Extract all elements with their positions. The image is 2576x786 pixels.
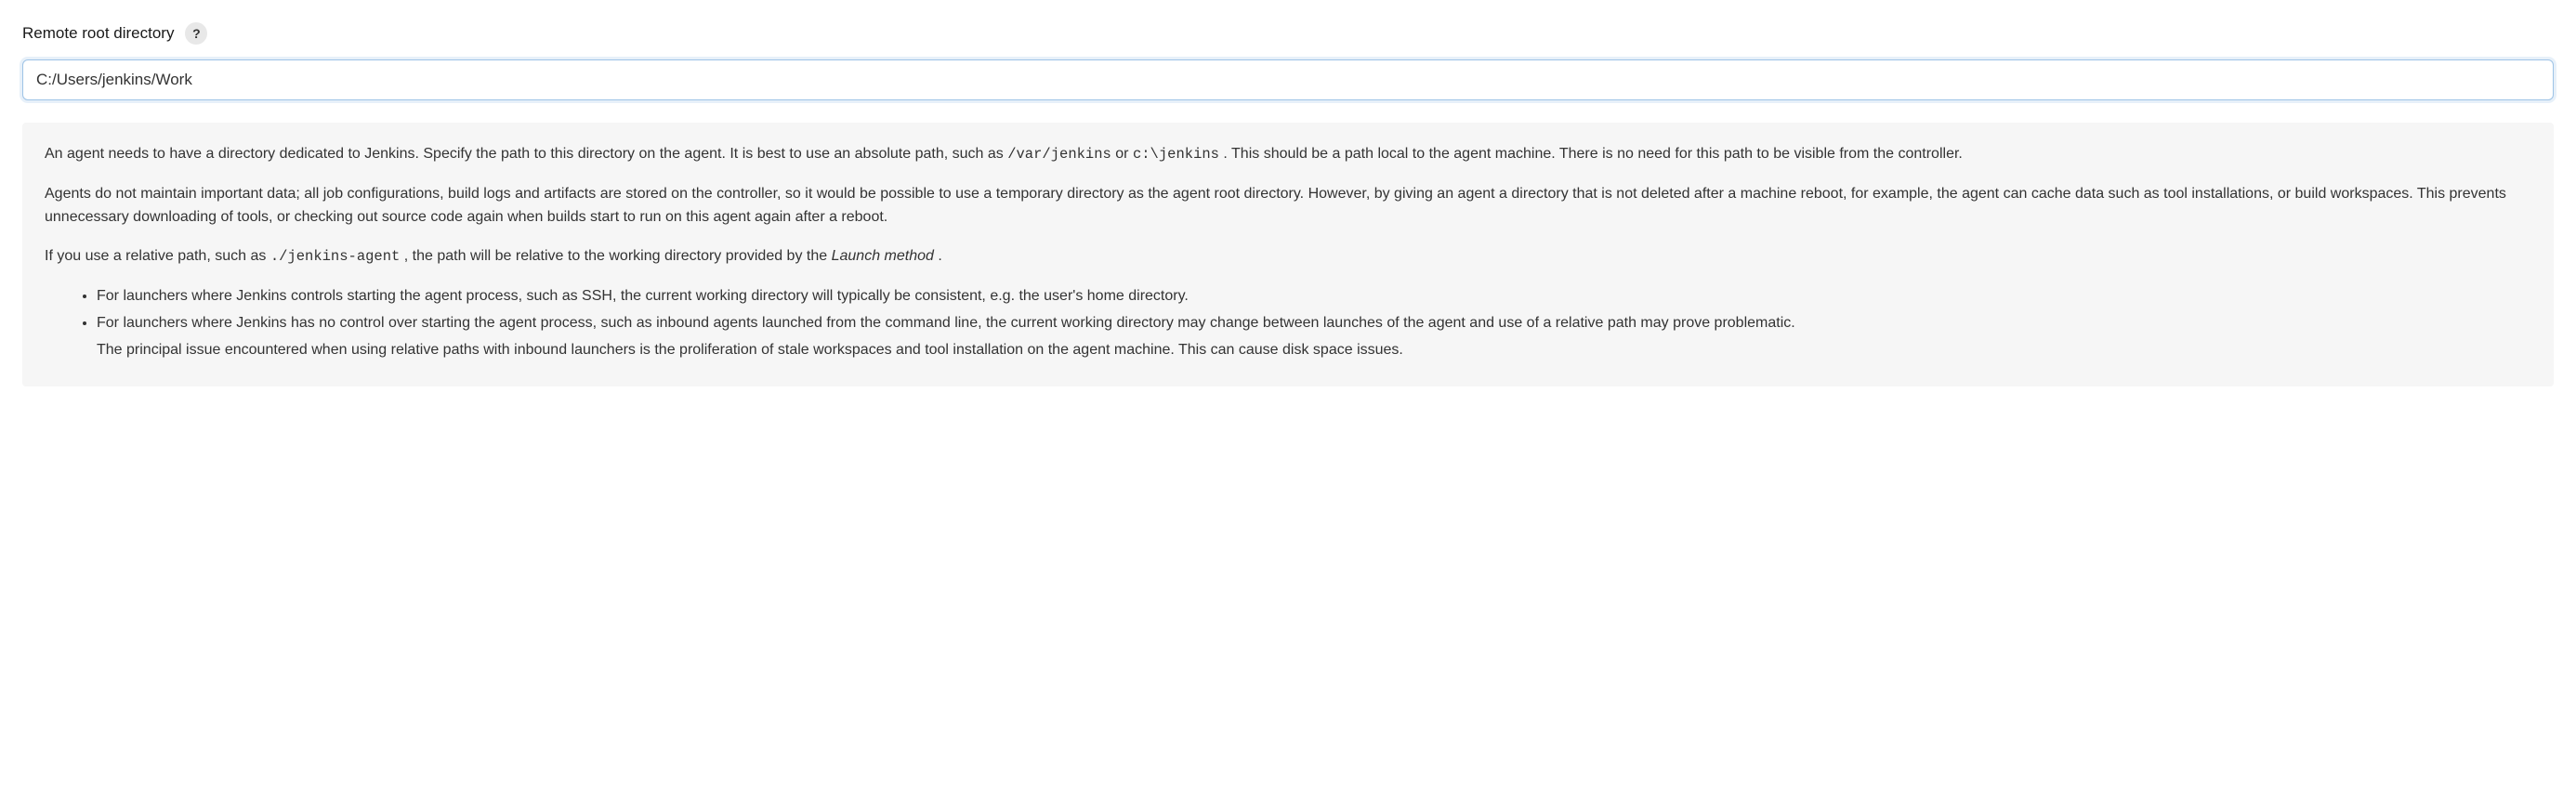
help-paragraph-2: Agents do not maintain important data; a… (45, 183, 2531, 229)
launch-method-term: Launch method (832, 248, 934, 264)
list-item: For launchers where Jenkins has no contr… (97, 312, 2531, 362)
field-label-row: Remote root directory ? (22, 22, 2554, 45)
code-relative-path: ./jenkins-agent (270, 248, 401, 265)
list-item: For launchers where Jenkins controls sta… (97, 285, 2531, 308)
remote-root-directory-label: Remote root directory (22, 24, 174, 43)
help-paragraph-1: An agent needs to have a directory dedic… (45, 143, 2531, 166)
remote-root-directory-input[interactable] (22, 59, 2554, 100)
list-item-extra: The principal issue encountered when usi… (97, 339, 2531, 362)
help-list: For launchers where Jenkins controls sta… (45, 285, 2531, 361)
help-icon[interactable]: ? (185, 22, 207, 45)
code-path-windows: c:\jenkins (1133, 146, 1219, 163)
code-path-unix: /var/jenkins (1007, 146, 1111, 163)
help-paragraph-3: If you use a relative path, such as ./je… (45, 245, 2531, 269)
help-panel: An agent needs to have a directory dedic… (22, 123, 2554, 386)
